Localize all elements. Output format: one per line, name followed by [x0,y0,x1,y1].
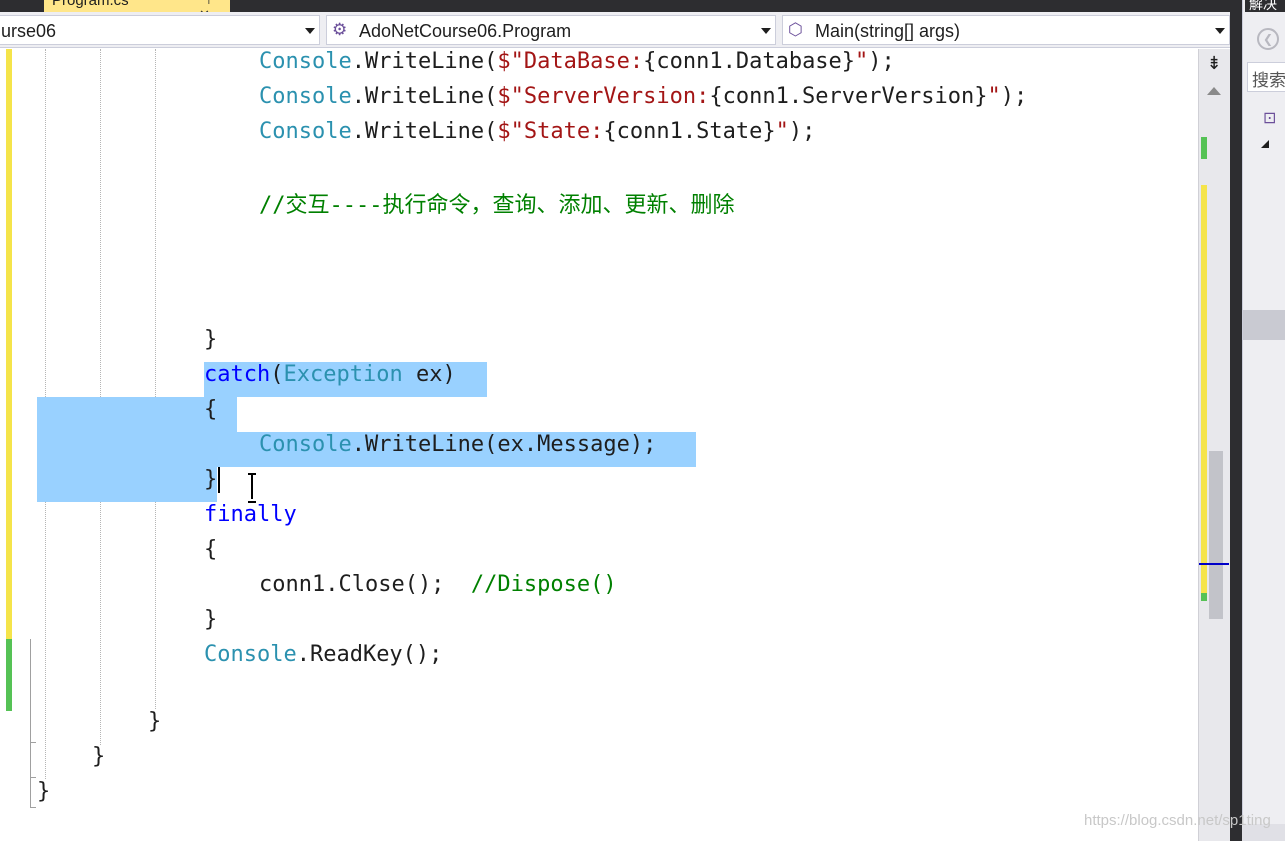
panel-highlight-row [1243,310,1285,340]
scrollbar-change-marker [1201,137,1207,159]
code-brace: } [204,327,218,352]
code-line: Console.ReadKey(); [204,642,443,667]
scrollbar-change-marker [1201,593,1207,601]
panel-divider [1230,0,1242,841]
code-line: Console.WriteLine($"DataBase:{conn1.Data… [259,49,895,74]
solution-explorer-panel: 解决 ❮ 搜索 ⊡ [1242,0,1285,841]
navigation-bar: urse06 ⚙ AdoNetCourse06.Program ⬡ Main(s… [0,12,1230,48]
change-marker-unsaved [6,49,12,639]
panel-title: 解决 [1245,0,1285,13]
indent-guide [155,49,156,709]
scrollbar-caret-marker [1199,563,1229,565]
text-caret [218,467,220,493]
scroll-up-icon[interactable] [1207,87,1221,95]
class-dropdown-value: AdoNetCourse06.Program [359,21,572,41]
split-window-icon[interactable]: ⇟ [1201,53,1227,75]
code-line: Console.WriteLine($"State:{conn1.State}"… [259,119,816,144]
document-tab[interactable]: Program.cs ⊣ ✕ [44,0,230,12]
chevron-down-icon[interactable] [305,28,315,34]
code-comment-line: //交互----执行命令，查询、添加、更新、删除 [259,193,735,218]
document-tab-label: Program.cs [52,0,129,9]
solution-icon[interactable]: ⊡ [1263,108,1276,127]
member-dropdown-value: Main(string[] args) [815,21,961,41]
code-brace: { [204,537,218,562]
code-line: Console.WriteLine(ex.Message); [259,432,657,457]
outline-tick [30,777,36,778]
code-brace: { [204,397,218,422]
method-icon: ⬡ [788,20,803,39]
code-brace: } [148,709,162,734]
chevron-down-icon[interactable] [761,28,771,34]
ibeam-cursor-icon [248,473,256,503]
code-line-catch: catch(Exception ex) [204,362,456,387]
class-dropdown[interactable]: ⚙ AdoNetCourse06.Program [326,15,776,45]
back-icon[interactable]: ❮ [1257,28,1279,50]
vertical-scrollbar[interactable]: ⇟ [1198,49,1230,841]
member-dropdown[interactable]: ⬡ Main(string[] args) [782,15,1230,45]
outline-line [30,639,31,807]
chevron-down-icon[interactable] [1215,28,1225,34]
watermark: https://blog.csdn.net/sp1ting [1084,812,1271,829]
project-dropdown-value: urse06 [1,21,57,41]
expand-triangle-icon[interactable] [1261,140,1269,148]
code-editor[interactable]: Console.WriteLine($"DataBase:{conn1.Data… [0,49,1198,841]
project-dropdown[interactable]: urse06 [0,15,320,45]
code-brace: } [204,467,218,492]
code-line: conn1.Close(); //Dispose() [259,572,617,597]
code-brace: } [204,607,218,632]
tab-pin-close-icons[interactable]: ⊣ ✕ [199,0,230,12]
scrollbar-change-marker [1201,185,1207,595]
outline-tick [30,807,36,808]
solution-search-input[interactable]: 搜索 [1247,62,1285,92]
code-line: Console.WriteLine($"ServerVersion:{conn1… [259,84,1028,109]
scrollbar-thumb[interactable] [1209,451,1223,619]
code-brace: } [92,744,106,769]
code-brace: } [37,779,51,804]
change-marker-saved [6,639,12,711]
text-selection [37,467,217,502]
outline-tick [30,742,36,743]
code-line-finally: finally [204,502,297,527]
class-icon: ⚙ [332,20,348,39]
